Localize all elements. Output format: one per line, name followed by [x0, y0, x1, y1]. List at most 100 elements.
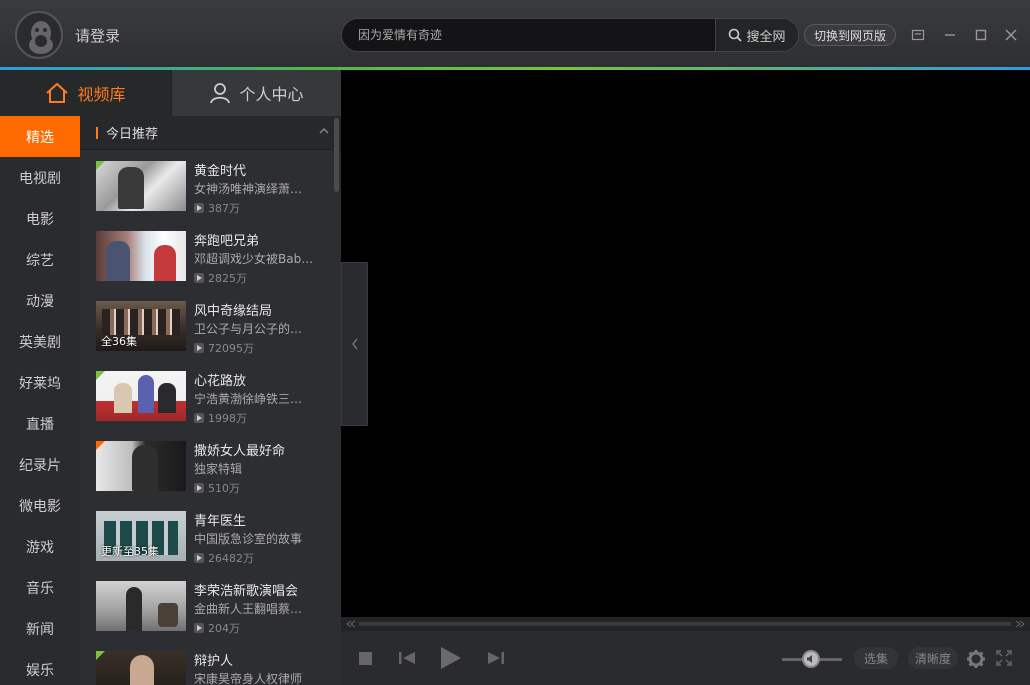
list-header-title: 今日推荐 — [106, 127, 159, 142]
quality-button[interactable]: 清晰度 — [908, 647, 958, 669]
item-title: 心花路放 — [194, 374, 247, 389]
play-icon — [194, 623, 204, 633]
green-badge — [96, 651, 105, 660]
stop-icon[interactable] — [358, 651, 373, 666]
item-title: 青年医生 — [194, 514, 247, 529]
orange-badge — [96, 441, 105, 450]
list-item[interactable]: 更新至35集 青年医生 中国版急诊室的故事 26482万 — [80, 500, 341, 570]
category-live[interactable]: 直播 — [0, 403, 80, 444]
list-item[interactable]: 全36集 风中奇缘结局 卫公子与月公子的… 72095万 — [80, 290, 341, 360]
volume-knob[interactable] — [802, 650, 820, 668]
play-count-value: 26482万 — [208, 552, 254, 565]
category-news[interactable]: 新闻 — [0, 608, 80, 649]
list-item[interactable]: 心花路放 宁浩黄渤徐峥铁三… 1998万 — [80, 360, 341, 430]
switch-web-button[interactable]: 切换到网页版 — [804, 24, 896, 46]
avatar[interactable] — [15, 11, 63, 59]
category-hollywood[interactable]: 好莱坞 — [0, 362, 80, 403]
list-header[interactable]: 今日推荐 — [80, 116, 341, 150]
penguin-icon — [29, 21, 53, 54]
close-icon[interactable] — [1004, 28, 1018, 42]
play-count-value: 72095万 — [208, 342, 254, 355]
tab-label: 视频库 — [77, 85, 126, 104]
thumbnail: 更新至35集 — [96, 511, 186, 561]
item-desc: 邓超调戏少女被Bab… — [194, 252, 314, 266]
tab-personal-center[interactable]: 个人中心 — [171, 70, 341, 116]
item-title: 黄金时代 — [194, 164, 247, 179]
play-count: 387万 — [194, 200, 240, 216]
green-badge — [96, 371, 105, 380]
play-icon — [194, 483, 204, 493]
chevron-up-icon[interactable] — [319, 127, 329, 135]
category-anime[interactable]: 动漫 — [0, 280, 80, 321]
episodes-button[interactable]: 选集 — [854, 647, 898, 669]
category-variety[interactable]: 综艺 — [0, 239, 80, 280]
play-icon[interactable] — [439, 645, 463, 671]
search-box: 搜全网 — [341, 18, 799, 52]
tab-label: 个人中心 — [239, 85, 304, 104]
minimize-icon[interactable] — [943, 28, 957, 42]
list-item[interactable]: 辩护人 宋康昊帝身人权律师 — [80, 640, 341, 685]
thumbnail — [96, 161, 186, 211]
category-micro-film[interactable]: 微电影 — [0, 485, 80, 526]
category-music[interactable]: 音乐 — [0, 567, 80, 608]
progress-bar[interactable] — [341, 617, 1030, 631]
list-item[interactable]: 奔跑吧兄弟 邓超调戏少女被Bab… 2825万 — [80, 220, 341, 290]
search-input[interactable] — [358, 26, 708, 44]
item-desc: 女神汤唯神演绎萧… — [194, 182, 303, 196]
category-us-uk-series[interactable]: 英美剧 — [0, 321, 80, 362]
item-desc: 独家特辑 — [194, 462, 243, 476]
play-count: 204万 — [194, 620, 240, 636]
mini-mode-icon[interactable] — [911, 28, 925, 42]
progress-track[interactable] — [359, 622, 1011, 626]
thumbnail — [96, 231, 186, 281]
play-count: 1998万 — [194, 410, 247, 426]
category-entertainment[interactable]: 娱乐 — [0, 649, 80, 685]
rewind-icon[interactable] — [346, 620, 356, 628]
main-tabs: 视频库 个人中心 — [0, 70, 341, 116]
tab-video-library[interactable]: 视频库 — [0, 70, 171, 116]
play-count-value: 510万 — [208, 482, 240, 495]
category-tv-series[interactable]: 电视剧 — [0, 157, 80, 198]
search-all-label: 搜全网 — [746, 29, 786, 45]
thumbnail — [96, 581, 186, 631]
collapse-panel-handle[interactable] — [341, 262, 368, 426]
thumbnail — [96, 651, 186, 685]
category-featured[interactable]: 精选 — [0, 116, 80, 157]
fast-forward-icon[interactable] — [1015, 620, 1025, 628]
list-item[interactable]: 黄金时代 女神汤唯神演绎萧… 387万 — [80, 150, 341, 220]
play-icon — [194, 413, 204, 423]
play-icon — [194, 343, 204, 353]
item-title: 奔跑吧兄弟 — [194, 234, 260, 249]
home-icon — [46, 82, 69, 103]
recommend-list: 今日推荐 黄金时代 女神汤唯神演绎萧… 387万 奔跑吧兄弟 邓超调戏少女被Ba… — [80, 116, 341, 685]
video-player[interactable] — [341, 70, 1030, 617]
play-count: 510万 — [194, 480, 240, 496]
list-item[interactable]: 撒娇女人最好命 独家特辑 510万 — [80, 430, 341, 500]
settings-icon[interactable] — [966, 649, 986, 669]
player-controls: 选集 清晰度 — [341, 617, 1030, 685]
category-movies[interactable]: 电影 — [0, 198, 80, 239]
item-desc: 宁浩黄渤徐峥铁三… — [194, 392, 303, 406]
play-count: 26482万 — [194, 550, 254, 566]
maximize-icon[interactable] — [974, 28, 988, 42]
login-link[interactable]: 请登录 — [75, 25, 120, 46]
previous-icon[interactable] — [398, 650, 416, 666]
play-icon — [194, 203, 204, 213]
category-games[interactable]: 游戏 — [0, 526, 80, 567]
chevron-left-icon — [351, 338, 358, 350]
item-desc: 中国版急诊室的故事 — [194, 532, 303, 546]
item-title: 撒娇女人最好命 — [194, 444, 286, 459]
thumbnail — [96, 371, 186, 421]
play-count: 2825万 — [194, 270, 247, 286]
fullscreen-icon[interactable] — [996, 650, 1012, 666]
list-item[interactable]: 李荣浩新歌演唱会 金曲新人王翻唱蔡… 204万 — [80, 570, 341, 640]
category-documentary[interactable]: 纪录片 — [0, 444, 80, 485]
search-all-button[interactable]: 搜全网 — [715, 19, 798, 51]
green-badge — [96, 161, 105, 170]
item-title: 李荣浩新歌演唱会 — [194, 584, 299, 599]
item-title: 风中奇缘结局 — [194, 304, 273, 319]
search-icon — [729, 28, 743, 42]
thumbnail: 全36集 — [96, 301, 186, 351]
user-icon — [210, 83, 231, 104]
next-icon[interactable] — [487, 650, 505, 666]
